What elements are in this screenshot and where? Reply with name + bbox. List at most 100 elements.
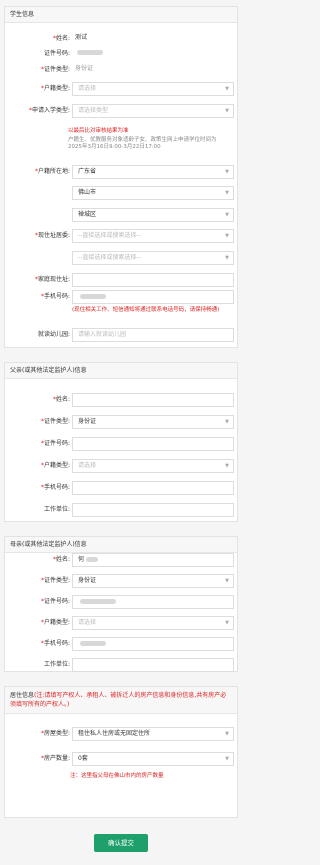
mother-id-no-input[interactable]: [72, 595, 234, 609]
housing-header-note: (注:请填写产权人、承租人、被拆迁人的房产信息和身份信息,共有房产必须填写所有的…: [10, 692, 227, 708]
father-section-header: 父亲(或其他法定监护人)信息: [5, 363, 237, 379]
mother-id-no-label: 证件号码:: [43, 598, 70, 605]
mother-work-row: 工作单位:: [4, 658, 238, 672]
mother-name-input[interactable]: 何: [72, 553, 234, 567]
student-id-no-value: [72, 47, 234, 61]
redacted-value: [80, 599, 116, 604]
district-select[interactable]: 禅城区 ▼: [72, 208, 234, 222]
father-id-no-input[interactable]: [72, 437, 234, 451]
mother-work-label: 工作单位:: [43, 661, 70, 668]
submit-button[interactable]: 确认提交: [94, 834, 148, 852]
mother-hukou-type-row: *户籍类型: 请选择 ▼: [4, 616, 238, 630]
mother-name-label: 姓名:: [55, 556, 70, 563]
house-type-label: 房屋类型:: [43, 730, 70, 737]
residence-select-1[interactable]: --直接选择或搜索选择-- ▼: [72, 229, 234, 243]
father-hukou-type-label: 户籍类型:: [43, 462, 70, 469]
chevron-down-icon: ▼: [225, 212, 229, 218]
hukou-location-row: *户籍所在地: 广东省 ▼: [4, 165, 238, 179]
kindergarten-label: 就读幼儿园:: [37, 331, 70, 338]
house-type-select[interactable]: 租住私人住房或无固定住所 ▼: [72, 727, 234, 741]
province-select[interactable]: 广东省 ▼: [72, 165, 234, 179]
home-address-label: 家庭现住址:: [37, 276, 70, 283]
chevron-down-icon: ▼: [225, 255, 229, 261]
mother-name-row: *姓名: 何: [4, 553, 238, 567]
house-count-label: 房产数量:: [43, 755, 70, 762]
residence-row-2: --直接选择或搜索选择-- ▼: [4, 251, 238, 265]
student-id-no-label: 证件号码:: [43, 50, 70, 57]
hukou-location-label: 户籍所在地:: [37, 168, 70, 175]
father-work-input[interactable]: [72, 503, 234, 517]
father-id-no-label: 证件号码:: [43, 440, 70, 447]
student-id-type-label: 证件类型:: [43, 66, 70, 73]
residence-row: *现住址居委: --直接选择或搜索选择-- ▼: [4, 229, 238, 243]
mother-id-type-select[interactable]: 身份证 ▼: [72, 574, 234, 588]
father-phone-row: *手机号码:: [4, 481, 238, 495]
student-name-input[interactable]: 测试: [72, 32, 234, 46]
father-id-type-row: *证件类型: 身份证 ▼: [4, 415, 238, 429]
home-address-input[interactable]: [72, 273, 234, 287]
student-hukou-type-label: 户籍类型:: [43, 85, 70, 92]
apply-type-label: 申请入学类型:: [31, 107, 70, 114]
residence-select-2[interactable]: --直接选择或搜索选择-- ▼: [72, 251, 234, 265]
father-hukou-type-row: *户籍类型: 请选择 ▼: [4, 459, 238, 473]
district-row: 禅城区 ▼: [4, 208, 238, 222]
phone-notice: (现住相关工作、短信通知将通过联系电话号码，请保持畅通): [72, 307, 220, 313]
apply-notice-red: 以最后比对审核结果为准: [68, 128, 129, 134]
mother-work-input[interactable]: [72, 658, 234, 672]
student-hukou-type-select[interactable]: 请选择 ▼: [72, 82, 234, 96]
student-id-type-row: *证件类型: 身份证: [4, 63, 238, 77]
chevron-down-icon: ▼: [225, 108, 229, 114]
student-phone-row: *手机号码:: [4, 290, 238, 304]
student-phone-label: 手机号码:: [43, 293, 70, 300]
house-count-note: 注：这里指父母在佛山市内的房产数量: [70, 773, 164, 779]
father-name-input[interactable]: [72, 393, 234, 407]
housing-section-header: 居住信息(注:请填写产权人、承租人、被拆迁人的房产信息和身份信息,共有房产必须填…: [5, 687, 237, 714]
home-address-row: *家庭现住址:: [4, 273, 238, 287]
kindergarten-row: 就读幼儿园: 请输入就读幼儿园: [4, 328, 238, 342]
redacted-value: [80, 641, 106, 646]
city-select[interactable]: 佛山市 ▼: [72, 186, 234, 200]
mother-id-type-row: *证件类型: 身份证 ▼: [4, 574, 238, 588]
mother-id-type-label: 证件类型:: [43, 577, 70, 584]
father-id-type-label: 证件类型:: [43, 418, 70, 425]
chevron-down-icon: ▼: [225, 190, 229, 196]
chevron-down-icon: ▼: [225, 419, 229, 425]
redacted-value: [86, 557, 99, 562]
father-id-type-select[interactable]: 身份证 ▼: [72, 415, 234, 429]
residence-label: 现住址居委:: [37, 232, 70, 239]
chevron-down-icon: ▼: [225, 620, 229, 626]
redacted-value: [80, 294, 106, 299]
mother-hukou-type-select[interactable]: 请选择 ▼: [72, 616, 234, 630]
student-id-no-row: 证件号码:: [4, 47, 238, 61]
chevron-down-icon: ▼: [225, 233, 229, 239]
student-id-type-value: 身份证: [75, 65, 94, 72]
father-phone-label: 手机号码:: [43, 484, 70, 491]
student-phone-input[interactable]: [72, 290, 234, 304]
mother-hukou-type-label: 户籍类型:: [43, 619, 70, 626]
house-count-row: *房产数量: 0套 ▼: [4, 752, 238, 766]
student-hukou-type-row: *户籍类型: 请选择 ▼: [4, 82, 238, 96]
mother-section-header: 母亲(或其他法定监护人)信息: [5, 537, 237, 553]
mother-phone-input[interactable]: [72, 637, 234, 651]
student-name-label: 姓名:: [55, 35, 70, 42]
apply-notice-gray: 户籍生、优教服务对象适龄子女、政策生网上申请学位时间为2025年3月16日9:0…: [68, 137, 217, 150]
father-name-row: *姓名:: [4, 393, 238, 407]
housing-header-text: 居住信息: [10, 692, 35, 699]
mother-phone-label: 手机号码:: [43, 640, 70, 647]
house-count-select[interactable]: 0套 ▼: [72, 752, 234, 766]
chevron-down-icon: ▼: [225, 86, 229, 92]
chevron-down-icon: ▼: [225, 731, 229, 737]
city-row: 佛山市 ▼: [4, 186, 238, 200]
mother-id-no-row: *证件号码:: [4, 595, 238, 609]
father-hukou-type-select[interactable]: 请选择 ▼: [72, 459, 234, 473]
chevron-down-icon: ▼: [225, 169, 229, 175]
mother-phone-row: *手机号码:: [4, 637, 238, 651]
father-phone-input[interactable]: [72, 481, 234, 495]
apply-type-select[interactable]: 请选择类型 ▼: [72, 104, 234, 118]
apply-type-row: *申请入学类型: 请选择类型 ▼: [4, 104, 238, 118]
kindergarten-input[interactable]: 请输入就读幼儿园: [72, 328, 234, 342]
chevron-down-icon: ▼: [225, 578, 229, 584]
chevron-down-icon: ▼: [225, 756, 229, 762]
student-section-header: 学生信息: [5, 7, 237, 23]
house-type-row: *房屋类型: 租住私人住房或无固定住所 ▼: [4, 727, 238, 741]
